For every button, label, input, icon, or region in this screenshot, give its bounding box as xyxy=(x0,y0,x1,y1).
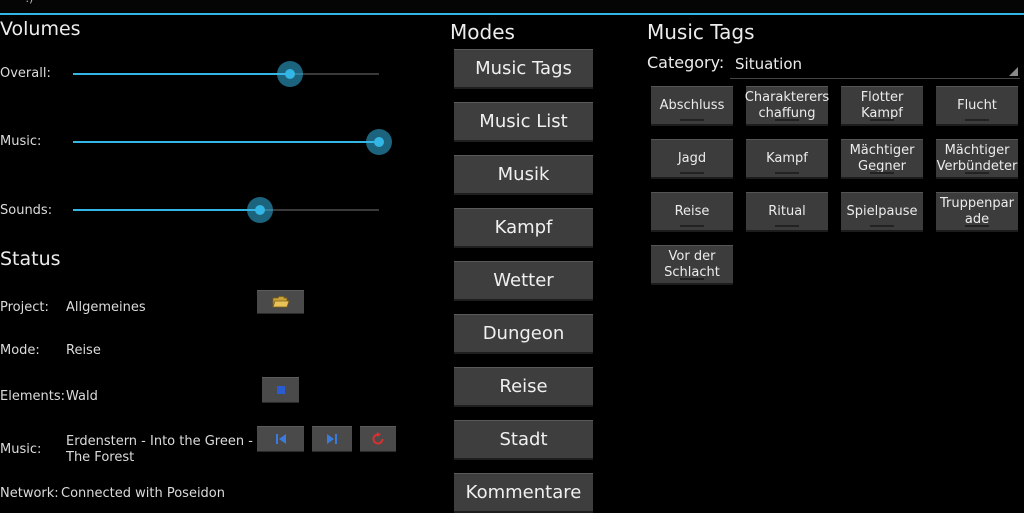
category-label: Category: xyxy=(647,53,725,72)
tag-label-line: Flotter xyxy=(860,89,904,105)
tag-label-line: Ritual xyxy=(768,203,806,219)
elements-value: Wald xyxy=(66,389,98,404)
music-volume-slider[interactable] xyxy=(73,122,392,162)
category-selected-value: Situation xyxy=(735,55,803,73)
slider-thumb[interactable] xyxy=(277,61,304,87)
tag-indicator xyxy=(680,225,704,227)
slider-fill xyxy=(73,209,260,211)
sounds-volume-slider[interactable] xyxy=(73,190,379,230)
top-bar: ·.) xyxy=(0,0,1024,13)
skip-previous-icon xyxy=(275,434,286,444)
slider-fill xyxy=(73,73,291,75)
next-track-button[interactable] xyxy=(312,426,352,452)
repeat-button[interactable] xyxy=(360,426,396,452)
status-title: Status xyxy=(0,248,61,270)
tag-label-line: Vor der xyxy=(668,248,716,264)
tag-indicator xyxy=(965,119,989,121)
slider-fill xyxy=(73,141,379,143)
elements-label: Elements: xyxy=(0,389,65,404)
tag-label-line: Spielpause xyxy=(846,203,918,219)
tag-button[interactable]: Flotter Kampf xyxy=(841,86,923,126)
tag-indicator xyxy=(680,119,704,121)
tag-label-line: Flucht xyxy=(957,97,997,113)
tag-button[interactable]: Flucht xyxy=(936,86,1018,126)
tag-label-line: Abschluss xyxy=(659,97,725,113)
project-value: Allgemeines xyxy=(66,300,146,315)
slider-thumb[interactable] xyxy=(366,129,392,155)
tag-button[interactable]: Reise xyxy=(651,192,733,232)
tag-label-line: Mächtiger xyxy=(944,142,1010,158)
dropdown-corner-icon xyxy=(1009,67,1018,76)
tag-indicator xyxy=(775,119,799,121)
tag-button[interactable]: Mächtiger Verbündeter xyxy=(936,139,1018,179)
overall-volume-label: Overall: xyxy=(0,66,51,81)
mode-button-reise[interactable]: Reise xyxy=(454,367,593,407)
tag-indicator xyxy=(965,172,989,174)
tag-indicator xyxy=(775,172,799,174)
tag-button[interactable]: Mächtiger Gegner xyxy=(841,139,923,179)
tag-button[interactable]: Abschluss xyxy=(651,86,733,126)
topbar-glyph: ·.) xyxy=(22,0,33,5)
mode-button-musik[interactable]: Musik xyxy=(454,155,593,195)
tag-button[interactable]: Kampf xyxy=(746,139,828,179)
music-volume-label: Music: xyxy=(0,134,42,149)
tag-indicator xyxy=(870,119,894,121)
tag-button[interactable]: Ritual xyxy=(746,192,828,232)
tag-button[interactable]: Spielpause xyxy=(841,192,923,232)
tag-label-line: Jagd xyxy=(677,150,707,166)
tag-label-line: Truppenpar xyxy=(940,195,1014,211)
music-track-line2: The Forest xyxy=(66,450,135,465)
stop-elements-button[interactable] xyxy=(262,377,299,403)
tag-button[interactable]: Charakterers chaffung xyxy=(744,86,830,126)
category-dropdown[interactable]: Situation xyxy=(730,52,1020,79)
mode-button-stadt[interactable]: Stadt xyxy=(454,420,593,460)
music-track-line1: Erdenstern - Into the Green - xyxy=(66,434,253,449)
slider-thumb[interactable] xyxy=(246,197,273,223)
mode-button-music-tags[interactable]: Music Tags xyxy=(454,49,593,89)
mode-button-kampf[interactable]: Kampf xyxy=(454,208,593,248)
tag-label-line: Kampf xyxy=(766,150,808,166)
music-tags-title: Music Tags xyxy=(647,20,755,44)
network-label: Network: xyxy=(0,486,59,501)
folder-icon xyxy=(271,296,290,308)
mode-button-music-list[interactable]: Music List xyxy=(454,102,593,142)
mode-button-dungeon[interactable]: Dungeon xyxy=(454,314,593,354)
topbar-divider xyxy=(0,13,1024,15)
modes-title: Modes xyxy=(450,20,515,44)
tag-indicator xyxy=(680,278,704,280)
mode-button-kommentare[interactable]: Kommentare xyxy=(454,473,593,513)
sounds-volume-label: Sounds: xyxy=(0,203,53,218)
tag-indicator xyxy=(965,225,989,227)
previous-track-button[interactable] xyxy=(257,426,304,452)
tag-button[interactable]: Truppenpar ade xyxy=(936,192,1018,232)
stop-icon xyxy=(276,386,285,394)
tag-indicator xyxy=(870,172,894,174)
music-label: Music: xyxy=(0,442,42,457)
tag-indicator xyxy=(680,172,704,174)
tag-label-line: Mächtiger xyxy=(849,142,915,158)
tag-indicator xyxy=(870,225,894,227)
project-label: Project: xyxy=(0,300,49,315)
volumes-title: Volumes xyxy=(0,18,81,40)
repeat-icon xyxy=(372,432,384,445)
overall-volume-slider[interactable] xyxy=(73,54,379,94)
mode-label: Mode: xyxy=(0,343,40,358)
skip-next-icon xyxy=(327,434,337,444)
mode-button-wetter[interactable]: Wetter xyxy=(454,261,593,301)
tag-label-line: Charakterers xyxy=(744,89,830,105)
tag-indicator xyxy=(775,225,799,227)
mode-value: Reise xyxy=(66,343,101,358)
open-project-button[interactable] xyxy=(257,290,304,314)
tag-label-line: Reise xyxy=(674,203,710,219)
tag-button[interactable]: Jagd xyxy=(651,139,733,179)
tag-button[interactable]: Vor der Schlacht xyxy=(651,245,733,285)
